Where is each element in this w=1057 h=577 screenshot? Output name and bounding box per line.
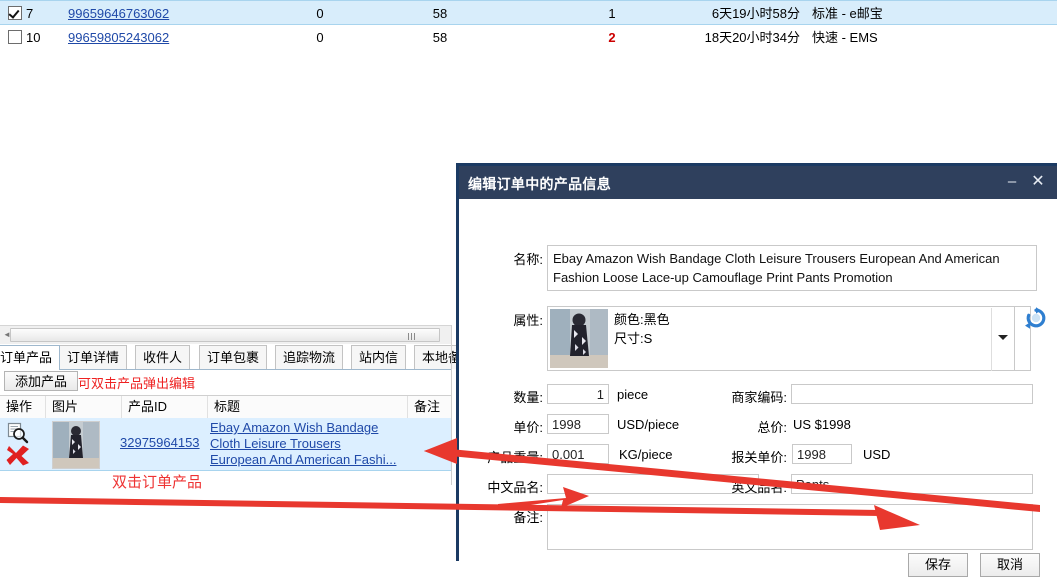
seller-code-input[interactable]: [791, 384, 1033, 404]
weight-input[interactable]: [547, 444, 609, 464]
label-unit-price: 单价:: [513, 420, 543, 435]
delete-icon[interactable]: [6, 443, 32, 467]
close-icon[interactable]: ✕: [1029, 173, 1047, 191]
column-header-image[interactable]: 图片: [46, 396, 122, 418]
table-row[interactable]: 10 99659805243062 0 58 2 18天20小时34分 快速 -…: [0, 25, 1057, 50]
horizontal-scrollbar[interactable]: ◄: [0, 325, 452, 344]
tab-order-details[interactable]: 订单详情: [59, 345, 128, 369]
label-attributes: 属性:: [513, 313, 543, 328]
cell-shipping-method: 快速 - EMS: [812, 30, 878, 45]
product-thumbnail[interactable]: [52, 421, 100, 469]
dialog-body: 名称: Ebay Amazon Wish Bandage Cloth Leisu…: [459, 199, 1057, 577]
product-toolbar: 添加产品 可双击产品弹出编辑: [0, 370, 452, 394]
product-id-link[interactable]: 32975964153: [120, 435, 200, 450]
cell-col2: 58: [432, 30, 448, 45]
edit-product-dialog: 编辑订单中的产品信息 – ✕ 名称: Ebay Amazon Wish Band…: [456, 163, 1057, 577]
remark-textarea[interactable]: [547, 504, 1033, 550]
declare-price-input[interactable]: [792, 444, 852, 464]
attribute-values: 颜色:黑色 尺寸:S: [614, 310, 670, 348]
order-grid: 7 99659646763062 0 58 1 6天19小时58分 标准 - e…: [0, 0, 1057, 50]
label-total-price: 总价:: [757, 420, 787, 435]
save-button[interactable]: 保存: [908, 553, 968, 577]
column-header-remark[interactable]: 备注: [408, 396, 452, 418]
row-index: 10: [26, 30, 41, 45]
cell-col3: 2: [608, 30, 616, 45]
dialog-title: 编辑订单中的产品信息: [468, 176, 611, 192]
cancel-button[interactable]: 取消: [980, 553, 1040, 577]
attribute-color: 颜色:黑色: [614, 312, 670, 327]
tab-site-message[interactable]: 站内信: [351, 345, 407, 369]
annotation-double-click-product: 双击订单产品: [112, 473, 203, 491]
cell-col1: 0: [316, 6, 324, 21]
minimize-icon[interactable]: –: [1003, 173, 1021, 191]
attributes-combobox[interactable]: 颜色:黑色 尺寸:S: [547, 306, 1015, 371]
column-header-action[interactable]: 操作: [0, 396, 46, 418]
product-title-cell: Ebay Amazon Wish Bandage Cloth Leisure T…: [210, 420, 430, 468]
product-title-line[interactable]: Ebay Amazon Wish Bandage: [210, 420, 430, 436]
cell-col2: 58: [432, 6, 448, 21]
cell-remaining-time: 18天20小时34分: [704, 30, 800, 45]
tab-track-logistics[interactable]: 追踪物流: [275, 345, 344, 369]
product-title-line[interactable]: European And American Fashi...: [210, 452, 430, 468]
product-name-text[interactable]: Ebay Amazon Wish Bandage Cloth Leisure T…: [547, 245, 1037, 291]
order-detail-panel: ◄ 订单产品 订单详情 收件人 订单包裹 追踪物流 站内信 本地备注 添加产品 …: [0, 325, 483, 561]
scrollbar-thumb[interactable]: [10, 328, 440, 342]
unit-price-unit: USD/piece: [617, 417, 680, 432]
attribute-thumbnail: [550, 309, 608, 368]
attribute-size: 尺寸:S: [614, 331, 653, 346]
label-quantity: 数量:: [513, 390, 543, 405]
total-price-value: US $1998: [793, 417, 851, 432]
refresh-icon[interactable]: [1025, 307, 1047, 329]
chevron-down-icon[interactable]: [998, 335, 1008, 340]
column-header-product-id[interactable]: 产品ID: [122, 396, 208, 418]
weight-unit: KG/piece: [619, 447, 673, 462]
label-en-name: 英文品名:: [731, 480, 787, 495]
tab-recipient[interactable]: 收件人: [135, 345, 191, 369]
scrollbar-grip-icon: [408, 333, 417, 340]
tracking-number-link[interactable]: 99659805243062: [68, 25, 169, 50]
double-click-hint-text: 可双击产品弹出编辑: [78, 376, 196, 391]
label-weight: 产品重量:: [487, 450, 543, 465]
magnifier-icon[interactable]: [7, 422, 29, 444]
product-table-header: 操作 图片 产品ID 标题 备注: [0, 395, 452, 420]
row-checkbox[interactable]: [8, 6, 22, 20]
label-declare-price: 报关单价:: [731, 450, 787, 465]
dialog-titlebar: 编辑订单中的产品信息 – ✕: [459, 166, 1057, 199]
row-checkbox[interactable]: [8, 30, 22, 44]
label-remark: 备注:: [513, 510, 543, 525]
unit-price-input[interactable]: [547, 414, 609, 434]
quantity-unit: piece: [617, 387, 649, 402]
cell-shipping-method: 标准 - e邮宝: [812, 6, 883, 21]
tabstrip: 订单产品 订单详情 收件人 订单包裹 追踪物流 站内信 本地备注: [0, 345, 483, 370]
label-seller-code: 商家编码:: [731, 390, 787, 405]
cell-col1: 0: [316, 30, 324, 45]
declare-price-unit: USD: [863, 447, 891, 462]
column-header-title[interactable]: 标题: [208, 396, 408, 418]
tracking-number-link[interactable]: 99659646763062: [68, 1, 169, 26]
en-name-input[interactable]: [791, 474, 1033, 494]
cell-col3: 1: [608, 6, 616, 21]
row-index: 7: [26, 6, 34, 21]
tab-order-package[interactable]: 订单包裹: [199, 345, 268, 369]
tab-order-products[interactable]: 订单产品: [0, 345, 61, 370]
panel-divider: [451, 325, 452, 485]
cell-remaining-time: 6天19小时58分: [711, 6, 800, 21]
label-cn-name: 中文品名:: [487, 480, 543, 495]
combobox-separator: [991, 308, 992, 371]
product-title-line[interactable]: Cloth Leisure Trousers: [210, 436, 430, 452]
add-product-button[interactable]: 添加产品: [4, 371, 79, 391]
product-table-row[interactable]: 32975964153 Ebay Amazon Wish Bandage Clo…: [0, 418, 452, 471]
table-row[interactable]: 7 99659646763062 0 58 1 6天19小时58分 标准 - e…: [0, 0, 1057, 25]
quantity-input[interactable]: [547, 384, 609, 404]
row-action-cell: [6, 421, 38, 469]
label-name: 名称:: [513, 252, 543, 267]
